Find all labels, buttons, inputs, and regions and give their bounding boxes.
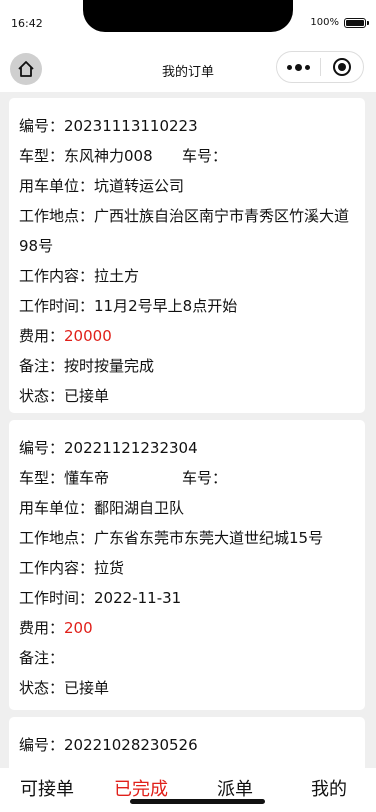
plate-label: 车号：	[182, 469, 228, 487]
order-list[interactable]: 编号： 20231113110223 车型： 东风神力008 车号： 用车单位：…	[0, 92, 376, 768]
content-row: 工作内容： 拉土方	[19, 261, 355, 291]
battery-percent: 100%	[310, 17, 339, 28]
fee-label: 费用：	[19, 619, 65, 637]
unit-value: 坑道转运公司	[94, 177, 185, 195]
state-value: 已接单	[64, 387, 110, 405]
car-type-value: 懂车帝	[64, 469, 110, 487]
order-id-row: 编号： 20221028230526	[19, 730, 355, 760]
time-row: 工作时间： 11月2号早上8点开始	[19, 291, 355, 321]
fee-row: 费用： 200	[19, 613, 355, 643]
unit-label: 用车单位：	[19, 499, 95, 517]
order-id-value: 20231113110223	[64, 117, 198, 135]
content-value: 拉土方	[94, 267, 140, 285]
location-label: 工作地点：	[19, 529, 95, 547]
order-id-value: 20221121232304	[64, 439, 198, 457]
content-value: 拉货	[94, 559, 125, 577]
fee-label: 费用：	[19, 327, 65, 345]
time-row: 工作时间： 2022-11-31	[19, 583, 355, 613]
location-row: 工作地点：广东省东莞市东莞大道世纪城15号	[19, 523, 355, 553]
status-bar: 16:42 100%	[0, 0, 376, 44]
time-label: 工作时间：	[19, 589, 95, 607]
remark-value: 按时按量完成	[64, 357, 155, 375]
state-row: 状态： 已接单	[19, 381, 355, 411]
state-label: 状态：	[19, 387, 65, 405]
order-id-label: 编号：	[19, 439, 65, 457]
remark-label: 备注：	[19, 649, 65, 667]
remark-row: 备注： 按时按量完成	[19, 351, 355, 381]
unit-label: 用车单位：	[19, 177, 95, 195]
car-type-label: 车型：	[19, 147, 65, 165]
bottom-tab-bar: 可接单 已完成 派单 我的	[0, 768, 376, 812]
time-value: 2022-11-31	[94, 589, 182, 607]
order-id-row: 编号： 20221121232304	[19, 433, 355, 463]
content-label: 工作内容：	[19, 267, 95, 285]
device-notch	[83, 0, 293, 32]
state-label: 状态：	[19, 679, 65, 697]
unit-row: 用车单位： 鄱阳湖自卫队	[19, 493, 355, 523]
location-label: 工作地点：	[19, 207, 95, 225]
fee-value: 20000	[64, 327, 112, 345]
car-type-label: 车型：	[19, 469, 65, 487]
more-dots-icon	[286, 63, 310, 71]
unit-row: 用车单位： 坑道转运公司	[19, 171, 355, 201]
battery-icon	[344, 17, 369, 28]
content-label: 工作内容：	[19, 559, 95, 577]
tab-completed[interactable]: 已完成	[94, 768, 188, 812]
order-id-row: 编号： 20231113110223	[19, 111, 355, 141]
order-id-label: 编号：	[19, 736, 65, 754]
plate-label: 车号：	[182, 147, 228, 165]
mini-program-capsule	[276, 51, 364, 83]
tab-available[interactable]: 可接单	[0, 768, 94, 812]
order-card[interactable]: 编号： 20221121232304 车型： 懂车帝 车号： 用车单位： 鄱阳湖…	[9, 420, 365, 710]
fee-row: 费用： 20000	[19, 321, 355, 351]
order-card[interactable]: 编号： 20231113110223 车型： 东风神力008 车号： 用车单位：…	[9, 98, 365, 413]
car-type-value: 东风神力008	[64, 147, 153, 165]
fee-value: 200	[64, 619, 93, 637]
content-row: 工作内容： 拉货	[19, 553, 355, 583]
remark-row: 备注：	[19, 643, 355, 673]
time-value: 11月2号早上8点开始	[94, 297, 238, 315]
home-indicator	[130, 799, 265, 804]
tab-dispatch[interactable]: 派单	[188, 768, 282, 812]
order-id-label: 编号：	[19, 117, 65, 135]
order-id-value: 20221028230526	[64, 736, 198, 754]
tab-mine[interactable]: 我的	[282, 768, 376, 812]
car-row: 车型： 懂车帝 车号：	[19, 463, 355, 493]
nav-bar: 我的订单	[0, 44, 376, 92]
close-button[interactable]	[320, 52, 363, 82]
more-button[interactable]	[277, 52, 320, 82]
order-card[interactable]: 编号： 20221028230526	[9, 717, 365, 768]
target-icon	[332, 58, 351, 76]
status-time: 16:42	[11, 17, 43, 30]
battery-indicator: 100%	[310, 17, 369, 28]
state-value: 已接单	[64, 679, 110, 697]
car-row: 车型： 东风神力008 车号：	[19, 141, 355, 171]
state-row: 状态： 已接单	[19, 673, 355, 703]
unit-value: 鄱阳湖自卫队	[94, 499, 185, 517]
location-value: 广东省东莞市东莞大道世纪城15号	[94, 529, 324, 547]
remark-label: 备注：	[19, 357, 65, 375]
time-label: 工作时间：	[19, 297, 95, 315]
location-row: 工作地点：广西壮族自治区南宁市青秀区竹溪大道98号	[19, 201, 355, 261]
